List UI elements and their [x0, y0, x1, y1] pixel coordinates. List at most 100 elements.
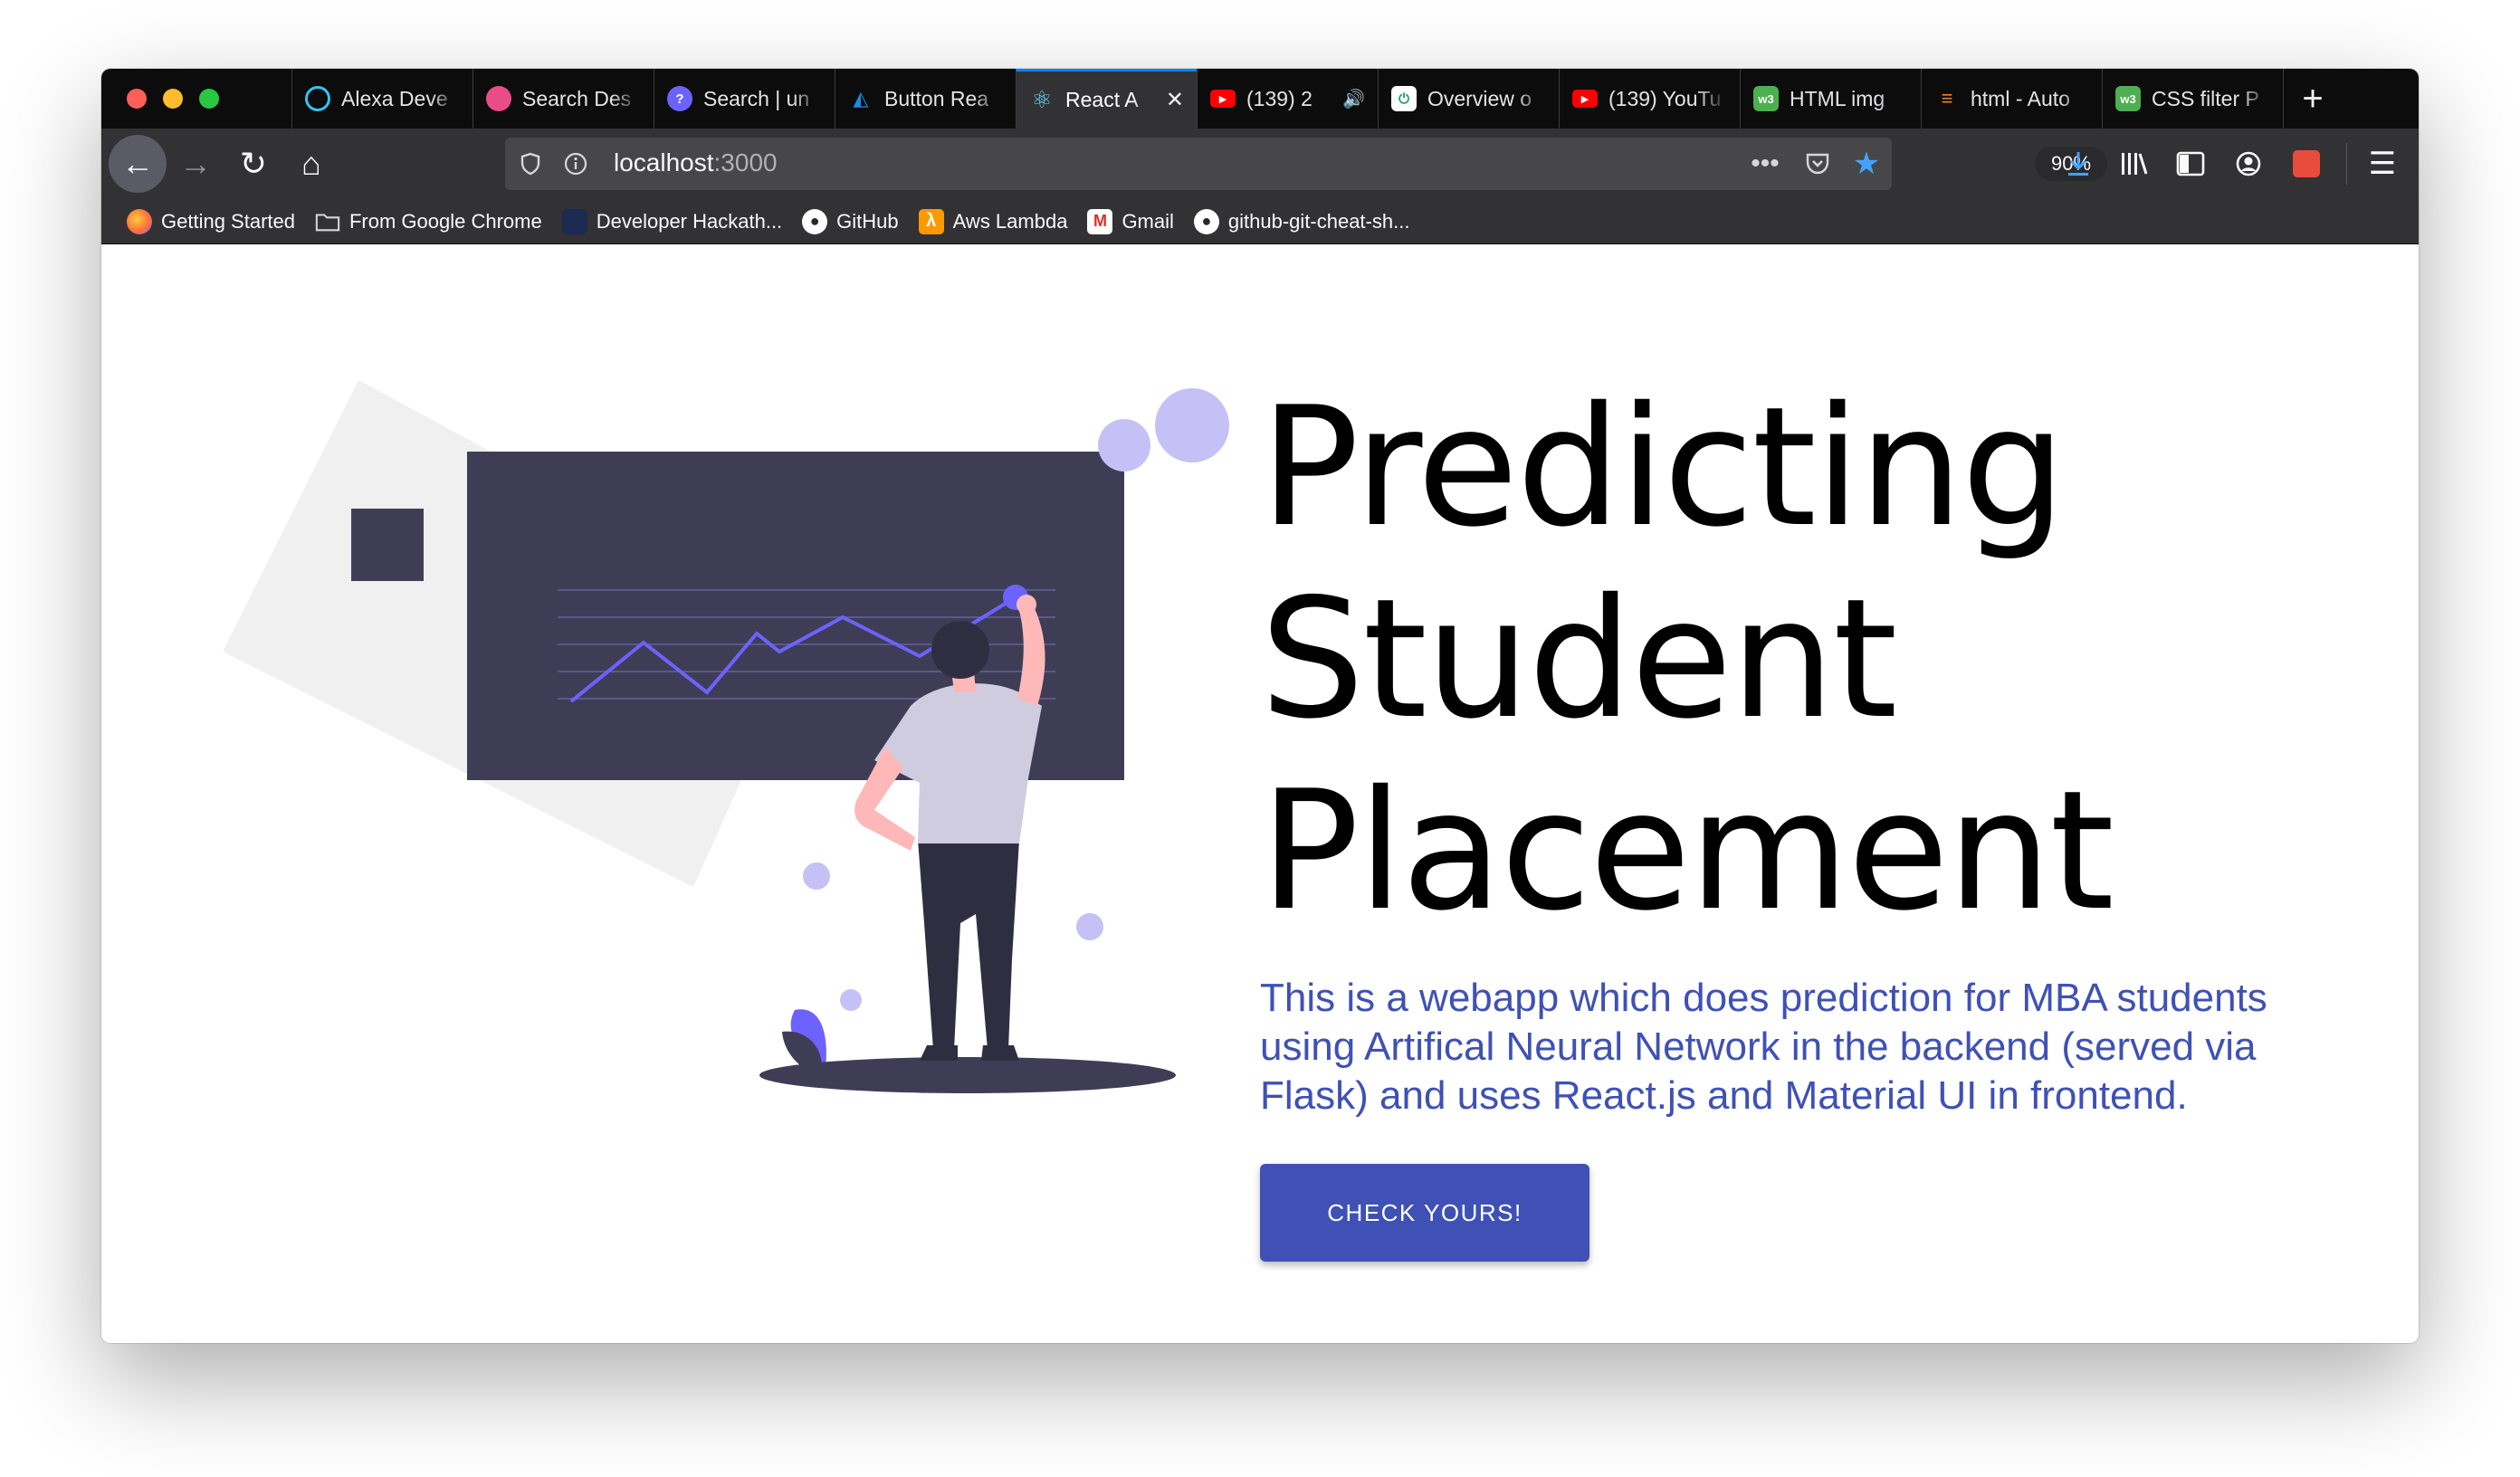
shield-icon[interactable]: [512, 146, 549, 182]
bookmark-github-git-cheat-sheet[interactable]: ● github-git-cheat-sh...: [1193, 208, 1410, 234]
bookmark-developer-hackathon[interactable]: Developer Hackath...: [561, 208, 783, 234]
url-text[interactable]: localhost:3000: [614, 148, 778, 177]
decor-circle: [840, 989, 862, 1011]
pocket-icon[interactable]: [1799, 146, 1836, 182]
person-hand: [1017, 595, 1036, 615]
w3schools-icon: w3: [1753, 86, 1779, 111]
tab-youtube-1[interactable]: ▶ (139) 2 🔊: [1197, 69, 1378, 129]
library-icon[interactable]: [2105, 135, 2163, 193]
dribbble-icon: [486, 86, 511, 111]
tab-button-react[interactable]: ◭ Button Rea: [835, 69, 1016, 129]
bookmark-label: Gmail: [1122, 209, 1174, 233]
back-button[interactable]: ←: [109, 135, 167, 193]
url-port: :3000: [713, 148, 778, 176]
github-icon: ●: [1193, 208, 1219, 234]
toolbar-divider: [2346, 143, 2347, 185]
tab-title: (139) 2: [1246, 86, 1312, 110]
tab-youtube-2[interactable]: ▶ (139) YouTu: [1559, 69, 1740, 129]
new-tab-button[interactable]: +: [2283, 69, 2342, 129]
youtube-icon: ▶: [1210, 90, 1236, 108]
overview-icon: ⏻: [1391, 86, 1417, 111]
small-square: [351, 509, 424, 581]
search-site-icon: ?: [667, 86, 692, 111]
bookmark-gmail[interactable]: M Gmail: [1087, 208, 1174, 234]
decor-circle: [1098, 419, 1150, 472]
tab-title: html - Auto: [1971, 86, 2070, 110]
tab-alexa[interactable]: Alexa Deve: [291, 69, 472, 129]
aws-lambda-icon: λ: [918, 208, 944, 234]
reload-button[interactable]: ↻: [224, 135, 282, 193]
tab-title: Overview o: [1427, 86, 1532, 110]
bookmark-label: Aws Lambda: [952, 209, 1068, 233]
home-button[interactable]: ⌂: [282, 135, 340, 193]
data-analysis-illustration: [223, 380, 1229, 1093]
page-title: Predicting Student Placement: [1260, 371, 2346, 947]
tab-title: Search Des: [522, 86, 632, 110]
menu-icon[interactable]: ☰: [2353, 135, 2411, 193]
info-icon[interactable]: [558, 146, 594, 182]
decor-circle: [803, 862, 830, 890]
person-head: [931, 621, 989, 679]
speaker-icon[interactable]: 🔊: [1342, 88, 1365, 110]
window-controls: [101, 69, 291, 129]
page-actions-icon[interactable]: •••: [1747, 146, 1783, 182]
title-line: Student: [1260, 563, 1897, 755]
tab-css-filter[interactable]: w3 CSS filter P: [2102, 69, 2283, 129]
title-line: Predicting: [1260, 371, 2066, 563]
decor-circle: [1155, 388, 1229, 462]
material-ui-icon: ◭: [853, 87, 869, 110]
close-tab-icon[interactable]: ✕: [1166, 87, 1184, 113]
tab-html-img[interactable]: w3 HTML img: [1740, 69, 1921, 129]
bookmark-github[interactable]: ● GitHub: [802, 208, 899, 234]
account-icon[interactable]: [2219, 135, 2277, 193]
tab-title: HTML img: [1790, 86, 1885, 110]
url-host: localhost: [614, 148, 714, 176]
page-description: This is a webapp which does prediction f…: [1260, 976, 2267, 1118]
zoom-window-button[interactable]: [199, 89, 219, 109]
folder-icon: [315, 209, 340, 234]
close-window-button[interactable]: [127, 89, 147, 109]
browser-window: Alexa Deve Search Des ? Search | un ◭ Bu…: [101, 69, 2419, 1343]
extension-icon[interactable]: [2277, 135, 2335, 193]
bookmark-from-google-chrome[interactable]: From Google Chrome: [315, 209, 542, 234]
tab-overview[interactable]: ⏻ Overview o: [1378, 69, 1559, 129]
sidebar-icon[interactable]: [2162, 135, 2219, 193]
w3schools-icon: w3: [2115, 86, 2141, 111]
bookmarks-toolbar: Getting Started From Google Chrome Devel…: [101, 199, 2419, 244]
page-content: Predicting Student Placement This is a w…: [101, 244, 2419, 1343]
tab-react-app[interactable]: ⚛ React A ✕: [1016, 69, 1197, 129]
tab-title: React A: [1065, 88, 1139, 111]
url-bar[interactable]: localhost:3000 90% ••• ★: [505, 138, 2107, 190]
check-yours-button[interactable]: CHECK YOURS!: [1260, 1164, 1589, 1262]
devpost-icon: [561, 208, 587, 234]
bookmark-label: GitHub: [836, 209, 899, 233]
bookmark-aws-lambda[interactable]: λ Aws Lambda: [918, 208, 1068, 234]
alexa-icon: [305, 86, 330, 111]
bookmark-label: Getting Started: [161, 209, 295, 233]
forward-button[interactable]: →: [167, 135, 224, 193]
github-icon: ●: [802, 208, 828, 234]
ground-shadow: [759, 1057, 1176, 1093]
navigation-bar: ← → ↻ ⌂ localhost:3000 90% ••• ★ ☰: [101, 129, 2419, 199]
tab-title: Search | un: [703, 86, 810, 110]
bookmark-getting-started[interactable]: Getting Started: [127, 208, 295, 234]
firefox-icon: [127, 208, 152, 234]
bookmark-label: github-git-cheat-sh...: [1227, 209, 1410, 233]
bookmark-label: Developer Hackath...: [596, 209, 783, 233]
stackoverflow-icon: ≡: [1941, 87, 1953, 110]
tab-title: (139) YouTu: [1608, 86, 1722, 110]
bookmark-star-icon[interactable]: ★: [1848, 146, 1885, 182]
minimize-window-button[interactable]: [163, 89, 183, 109]
decor-circle: [1076, 913, 1103, 940]
tab-strip: Alexa Deve Search Des ? Search | un ◭ Bu…: [101, 69, 2419, 129]
person-legs: [918, 840, 1019, 1050]
bookmark-label: From Google Chrome: [348, 209, 542, 233]
tab-dribbble[interactable]: Search Des: [472, 69, 654, 129]
title-line: Placement: [1260, 755, 2114, 947]
tab-title: CSS filter P: [2152, 86, 2259, 110]
tab-html-auto[interactable]: ≡ html - Auto: [1921, 69, 2102, 129]
tab-search[interactable]: ? Search | un: [654, 69, 835, 129]
downloads-icon[interactable]: [2049, 135, 2107, 193]
gmail-icon: M: [1087, 208, 1113, 234]
react-icon: ⚛: [1031, 86, 1053, 113]
